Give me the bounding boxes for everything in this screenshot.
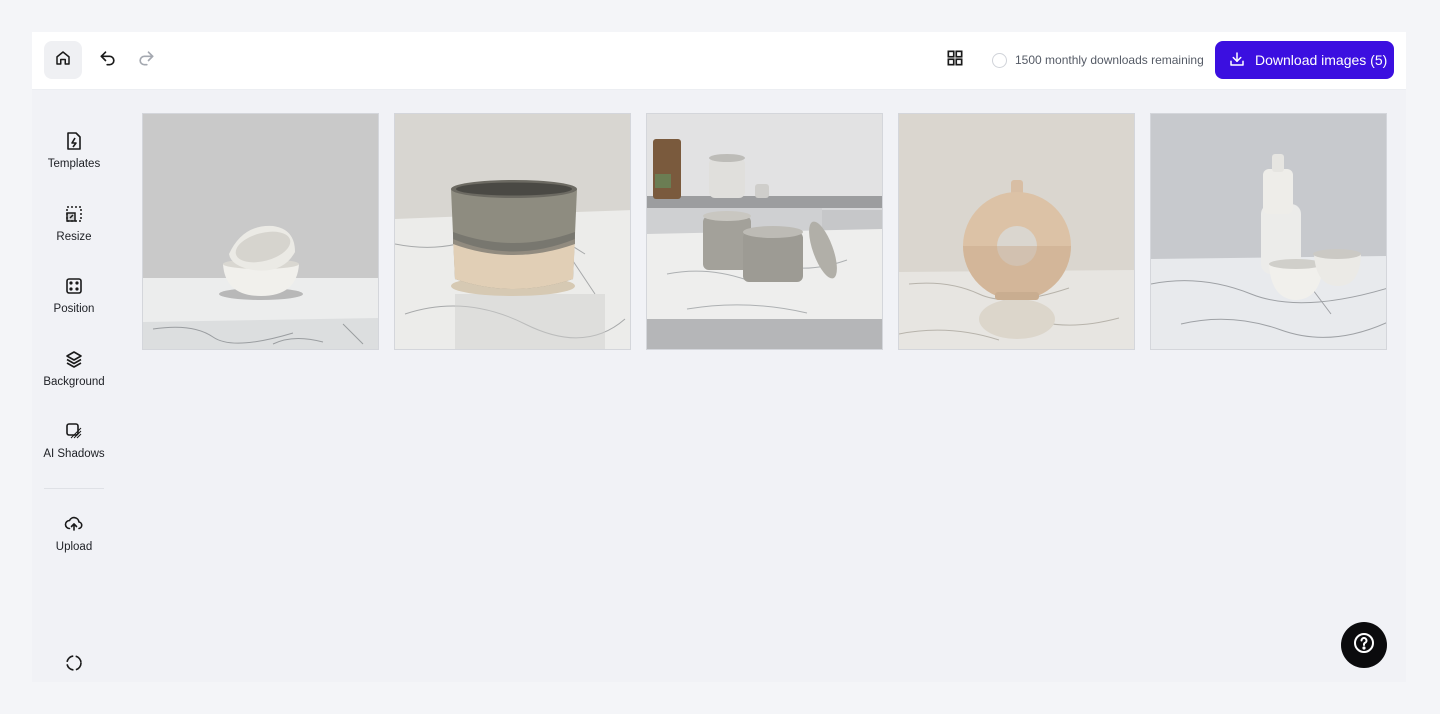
sidebar-item-upload[interactable]: Upload [32, 513, 116, 573]
download-images-label: Download images (5) [1255, 52, 1388, 68]
templates-icon [64, 130, 84, 152]
sidebar-divider [44, 488, 104, 489]
image-gallery [142, 113, 1387, 350]
download-images-button[interactable]: Download images (5) [1215, 41, 1394, 79]
redo-button[interactable] [130, 44, 162, 76]
position-icon [64, 275, 84, 297]
undo-button[interactable] [92, 44, 124, 76]
grid-view-icon [945, 48, 965, 73]
gallery-image-4[interactable] [898, 113, 1135, 350]
home-icon [54, 49, 72, 72]
sidebar-item-label: AI Shadows [43, 448, 105, 460]
gallery-image-5[interactable] [1150, 113, 1387, 350]
upload-icon [64, 513, 84, 535]
home-button[interactable] [44, 41, 82, 79]
undo-icon [98, 48, 118, 73]
downloads-remaining-status: 1500 monthly downloads remaining [992, 50, 1204, 70]
sidebar-item-background[interactable]: Background [32, 348, 116, 408]
quota-ring-icon [992, 52, 1007, 68]
gallery-image-2[interactable] [394, 113, 631, 350]
layers-icon [64, 348, 84, 370]
sidebar-item-resize[interactable]: Resize [32, 203, 116, 263]
sidebar-item-ai-shadows[interactable]: AI Shadows [32, 420, 116, 480]
shadow-icon [64, 420, 84, 442]
sidebar-item-label: Resize [56, 231, 92, 243]
sidebar-item-position[interactable]: Position [32, 275, 116, 335]
sidebar-item-templates[interactable]: Templates [32, 130, 116, 190]
help-icon [1352, 631, 1376, 660]
sidebar-item-label: Templates [47, 158, 101, 170]
downloads-remaining-text: 1500 monthly downloads remaining [1015, 53, 1204, 67]
help-button[interactable] [1341, 622, 1387, 668]
grid-view-button[interactable] [939, 44, 971, 76]
download-icon [1228, 50, 1246, 71]
loading-spinner-icon [64, 653, 84, 673]
top-toolbar: 1500 monthly downloads remaining Downloa… [32, 32, 1406, 90]
sidebar-item-label: Upload [55, 541, 93, 553]
tools-sidebar: Templates Resize Position Background AI … [32, 90, 116, 682]
app-window: 1500 monthly downloads remaining Downloa… [32, 32, 1406, 682]
gallery-image-3[interactable] [646, 113, 883, 350]
sidebar-item-label: Position [53, 303, 95, 315]
gallery-image-1[interactable] [142, 113, 379, 350]
redo-icon [136, 48, 156, 73]
resize-icon [64, 203, 84, 225]
sidebar-item-label: Background [43, 376, 105, 388]
